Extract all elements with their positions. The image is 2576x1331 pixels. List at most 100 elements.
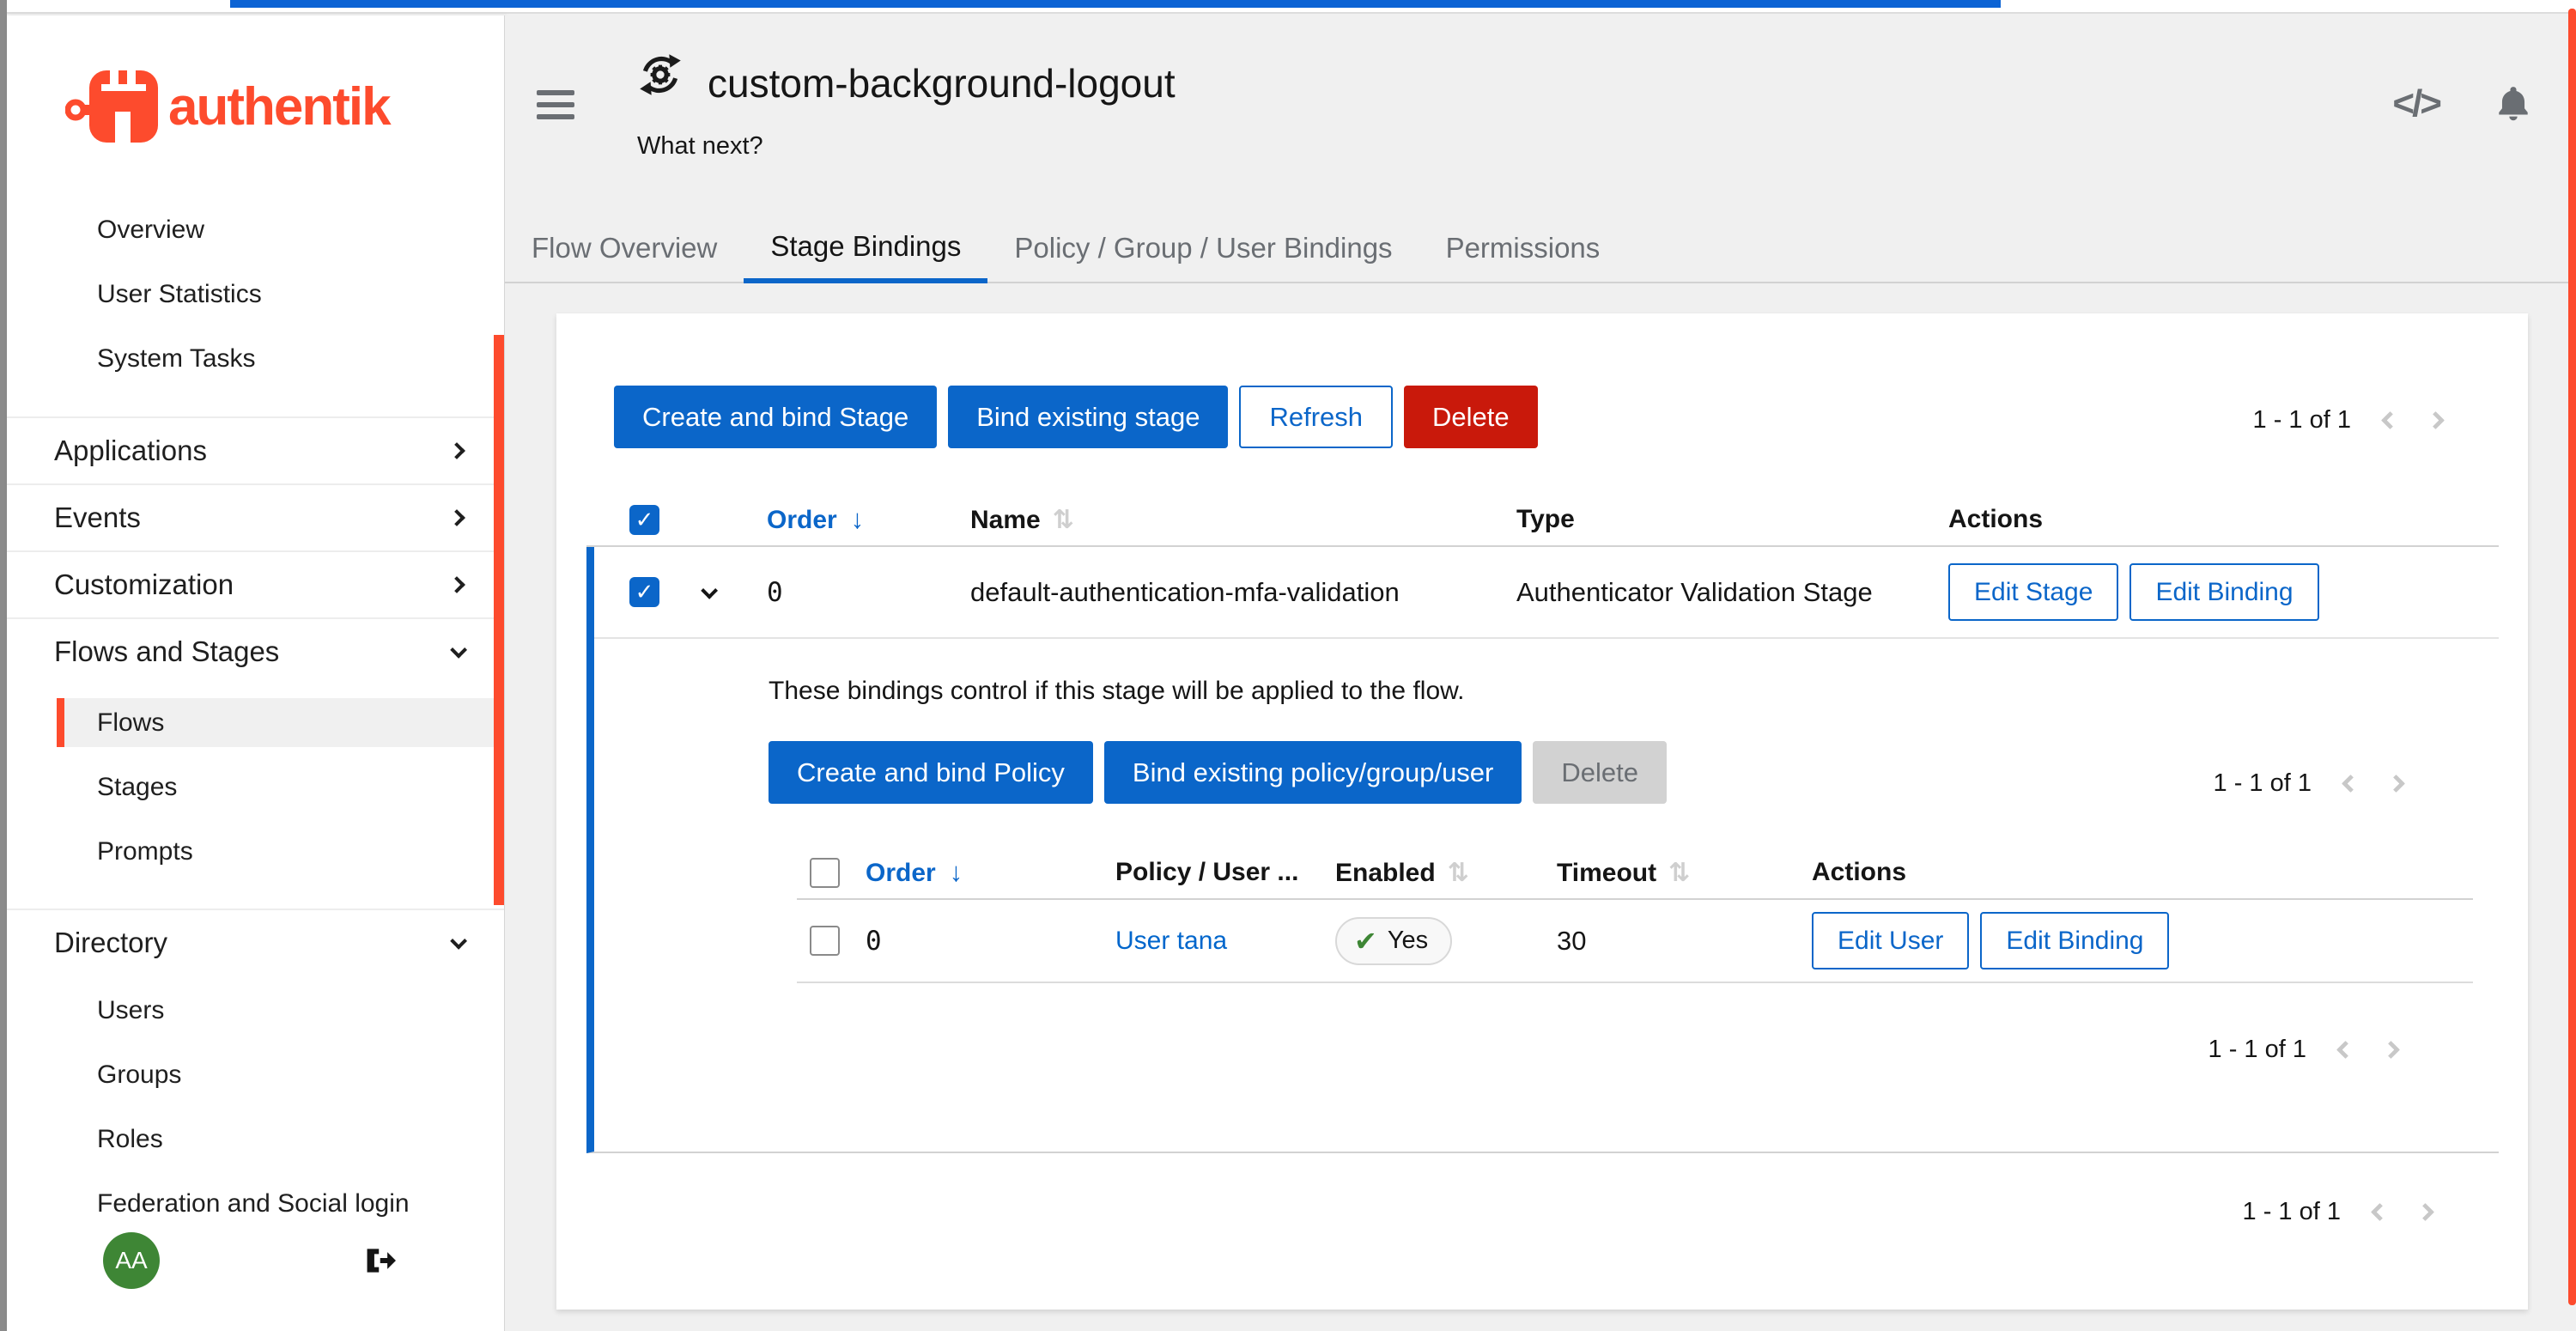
sidebar-item-prompts[interactable]: Prompts — [7, 819, 504, 884]
chevron-right-icon — [448, 576, 465, 593]
tab-flow-overview[interactable]: Flow Overview — [505, 215, 744, 282]
next-page-icon[interactable] — [2427, 411, 2445, 429]
tab-bar: Flow Overview Stage Bindings Policy / Gr… — [505, 215, 2568, 283]
enabled-badge: ✔ Yes — [1335, 917, 1452, 965]
sidebar-item-flows-and-stages[interactable]: Flows and Stages — [7, 617, 504, 684]
edit-binding-button[interactable]: Edit Binding — [2129, 563, 2318, 621]
sort-icon: ⇅ — [1668, 859, 1690, 887]
order-cell: 0 — [866, 926, 1115, 957]
prev-page-icon[interactable] — [2336, 1041, 2354, 1059]
policy-toolbar: Create and bind Policy Bind existing pol… — [769, 741, 1667, 804]
sidebar-item-events[interactable]: Events — [7, 483, 504, 550]
authentik-logo[interactable]: authentik — [7, 15, 504, 198]
edit-user-button[interactable]: Edit User — [1812, 912, 1969, 969]
policy-pagination-bottom: 1 - 1 of 1 — [2208, 1036, 2397, 1064]
create-and-bind-policy-button[interactable]: Create and bind Policy — [769, 741, 1093, 804]
notification-bell-icon[interactable] — [2493, 82, 2534, 125]
policy-delete-button[interactable]: Delete — [1533, 741, 1667, 804]
policy-table-row[interactable]: 0 User tana ✔ Yes 30 Edit User — [797, 900, 2473, 983]
user-link[interactable]: User tana — [1115, 927, 1335, 956]
api-browser-icon[interactable]: </> — [2392, 82, 2439, 125]
order-column-header[interactable]: Order↓ — [767, 504, 970, 535]
row-checkbox[interactable] — [810, 926, 840, 956]
policy-bindings-panel: These bindings control if this stage wil… — [594, 639, 2499, 1152]
sidebar-nav: Overview User Statistics System Tasks Ap… — [7, 198, 504, 1236]
next-page-icon[interactable] — [2416, 1203, 2434, 1221]
page-scrollbar[interactable] — [2568, 9, 2576, 1305]
stage-pagination-top: 1 - 1 of 1 — [2253, 406, 2442, 435]
sidebar: authentik Overview User Statistics Syste… — [7, 15, 505, 1331]
next-page-icon[interactable] — [2382, 1041, 2400, 1059]
sidebar-item-user-statistics[interactable]: User Statistics — [7, 262, 504, 326]
flow-icon — [634, 48, 687, 101]
edit-binding-button[interactable]: Edit Binding — [1980, 912, 2169, 969]
stage-toolbar: Create and bind Stage Bind existing stag… — [614, 386, 1538, 448]
enabled-column-header[interactable]: Enabled⇅ — [1335, 858, 1557, 888]
window-edge — [0, 0, 7, 1331]
sidebar-item-users[interactable]: Users — [7, 978, 504, 1042]
timeout-column-header[interactable]: Timeout⇅ — [1557, 858, 1812, 888]
stage-bindings-table: ✓ Order↓ Name⇅ Type Actions ✓ 0 default-… — [586, 494, 2499, 1153]
actions-column-header: Actions — [1812, 858, 2473, 887]
pagination-label: 1 - 1 of 1 — [2253, 406, 2351, 435]
sidebar-item-flows[interactable]: Flows — [57, 698, 504, 747]
sidebar-item-applications[interactable]: Applications — [7, 416, 504, 483]
order-cell: 0 — [767, 577, 970, 608]
page-subtitle: What next? — [637, 132, 763, 161]
sidebar-scrollbar[interactable] — [494, 335, 504, 905]
pagination-label: 1 - 1 of 1 — [2214, 769, 2312, 798]
check-icon: ✔ — [1354, 925, 1377, 957]
timeout-cell: 30 — [1557, 926, 1812, 957]
bind-existing-policy-button[interactable]: Bind existing policy/group/user — [1104, 741, 1522, 804]
row-checkbox[interactable]: ✓ — [629, 577, 659, 607]
pagination-label: 1 - 1 of 1 — [2243, 1198, 2341, 1226]
sidebar-item-stages[interactable]: Stages — [7, 755, 504, 819]
stage-table-row[interactable]: ✓ 0 default-authentication-mfa-validatio… — [594, 547, 2499, 639]
top-accent-bar — [230, 0, 2001, 8]
name-column-header[interactable]: Name⇅ — [970, 505, 1516, 535]
create-and-bind-stage-button[interactable]: Create and bind Stage — [614, 386, 937, 448]
sidebar-item-directory[interactable]: Directory — [7, 909, 504, 975]
next-page-icon[interactable] — [2387, 775, 2405, 793]
policy-table-header: Order↓ Policy / User ... Enabled⇅ Timeou… — [797, 847, 2473, 900]
sidebar-item-customization[interactable]: Customization — [7, 550, 504, 617]
order-column-header[interactable]: Order↓ — [866, 857, 1115, 888]
sidebar-item-groups[interactable]: Groups — [7, 1042, 504, 1107]
chevron-down-icon — [450, 641, 467, 659]
tab-stage-bindings[interactable]: Stage Bindings — [744, 215, 987, 283]
content-card: Create and bind Stage Bind existing stag… — [556, 313, 2528, 1310]
row-expander-icon[interactable] — [701, 581, 718, 599]
menu-toggle-icon[interactable] — [537, 90, 574, 126]
policy-bindings-description: These bindings control if this stage wil… — [769, 677, 1464, 706]
bind-existing-stage-button[interactable]: Bind existing stage — [948, 386, 1228, 448]
select-all-checkbox[interactable] — [810, 858, 840, 888]
chevron-right-icon — [448, 442, 465, 459]
sidebar-item-overview[interactable]: Overview — [7, 198, 504, 262]
chevron-down-icon — [450, 933, 467, 950]
prev-page-icon[interactable] — [2342, 775, 2360, 793]
edit-stage-button[interactable]: Edit Stage — [1948, 563, 2118, 621]
name-cell: default-authentication-mfa-validation — [970, 577, 1516, 608]
logout-icon[interactable] — [363, 1245, 396, 1276]
sidebar-item-roles[interactable]: Roles — [7, 1107, 504, 1171]
main-area: custom-background-logout What next? </> … — [505, 15, 2568, 1331]
avatar[interactable]: AA — [103, 1232, 160, 1289]
stage-pagination-bottom: 1 - 1 of 1 — [2243, 1198, 2432, 1226]
select-all-checkbox[interactable]: ✓ — [629, 505, 659, 535]
page-title: custom-background-logout — [708, 60, 1176, 106]
brand-wordmark: authentik — [168, 76, 390, 137]
sort-icon: ⇅ — [1053, 506, 1074, 534]
delete-button[interactable]: Delete — [1404, 386, 1538, 448]
prev-page-icon[interactable] — [2381, 411, 2399, 429]
pagination-label: 1 - 1 of 1 — [2208, 1036, 2306, 1064]
policy-user-column-header[interactable]: Policy / User ... — [1115, 858, 1335, 887]
tab-permissions[interactable]: Permissions — [1419, 215, 1627, 282]
tab-policy-group-user-bindings[interactable]: Policy / Group / User Bindings — [987, 215, 1419, 282]
stage-table-header: ✓ Order↓ Name⇅ Type Actions — [586, 494, 2499, 547]
policy-bindings-table: Order↓ Policy / User ... Enabled⇅ Timeou… — [797, 847, 2473, 983]
sidebar-item-system-tasks[interactable]: System Tasks — [7, 326, 504, 391]
prev-page-icon[interactable] — [2371, 1203, 2389, 1221]
chevron-right-icon — [448, 509, 465, 526]
refresh-button[interactable]: Refresh — [1239, 386, 1393, 448]
expanded-row-group: ✓ 0 default-authentication-mfa-validatio… — [586, 547, 2499, 1153]
